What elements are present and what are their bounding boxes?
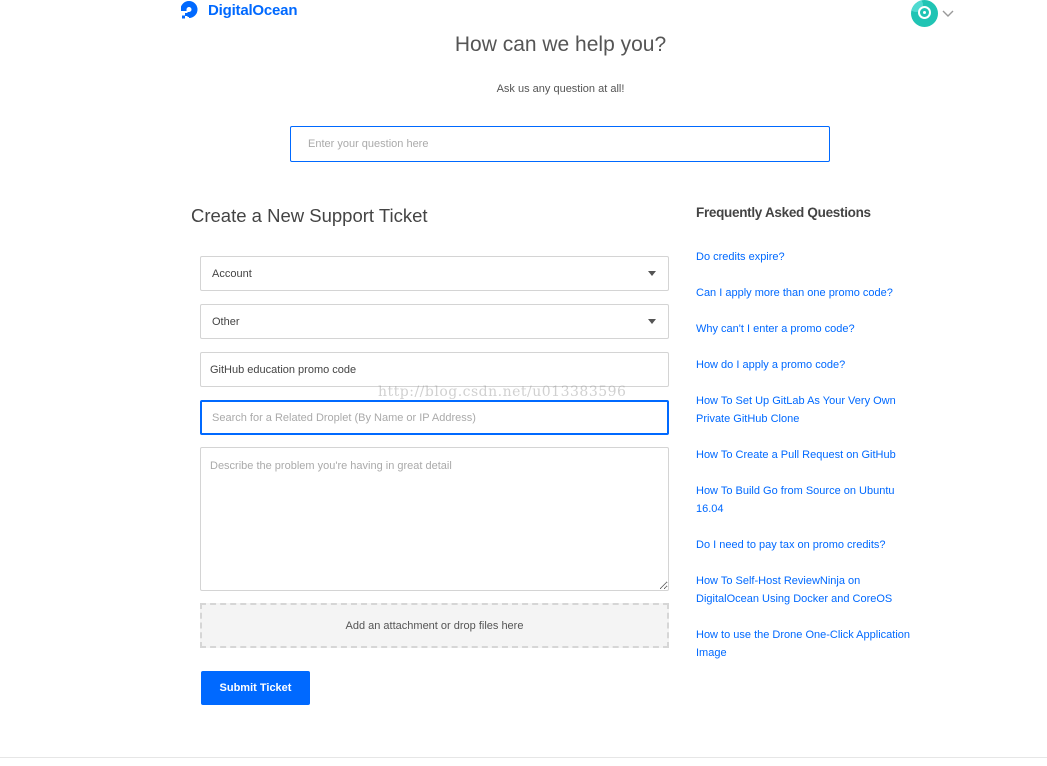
faq-link[interactable]: Do credits expire? (696, 248, 936, 266)
page-subtitle: Ask us any question at all! (496, 83, 625, 95)
attachment-label: Add an attachment or drop files here (345, 619, 524, 632)
faq-link[interactable]: Do I need to pay tax on promo credits? (696, 536, 936, 554)
category-select[interactable]: Account (200, 256, 669, 291)
submit-ticket-button[interactable]: Submit Ticket (201, 671, 310, 705)
logo-text: DigitalOcean (208, 1, 298, 19)
subcategory-value: Other (212, 315, 240, 328)
description-textarea[interactable] (200, 447, 669, 591)
digitalocean-logo[interactable]: DigitalOcean (181, 0, 297, 20)
avatar[interactable] (911, 0, 938, 27)
account-menu[interactable] (911, 0, 954, 27)
droplet-search-input[interactable] (200, 400, 669, 435)
category-value: Account (212, 267, 252, 280)
caret-down-icon (648, 271, 656, 276)
ticket-form-title: Create a New Support Ticket (191, 205, 428, 226)
subcategory-select[interactable]: Other (200, 304, 669, 339)
subject-input[interactable] (200, 352, 669, 387)
faq-link[interactable]: How To Set Up GitLab As Your Very Own Pr… (696, 392, 921, 428)
faq-link[interactable]: Can I apply more than one promo code? (696, 284, 936, 302)
faq-link[interactable]: How To Build Go from Source on Ubuntu 16… (696, 482, 921, 518)
faq-link[interactable]: How to use the Drone One-Click Applicati… (696, 626, 936, 662)
faq-link[interactable]: How do I apply a promo code? (696, 356, 936, 374)
search-input[interactable] (290, 126, 830, 162)
logo-icon (181, 0, 201, 20)
caret-down-icon (648, 319, 656, 324)
faq-link[interactable]: Why can't I enter a promo code? (696, 320, 936, 338)
faq-link[interactable]: How To Self-Host ReviewNinja on DigitalO… (696, 572, 921, 608)
faq-title: Frequently Asked Questions (696, 205, 871, 220)
page-title: How can we help you? (454, 33, 667, 56)
chevron-down-icon[interactable] (942, 5, 954, 23)
faq-link[interactable]: How To Create a Pull Request on GitHub (696, 446, 936, 464)
attachment-dropzone[interactable]: Add an attachment or drop files here (200, 603, 669, 648)
watermark: http://blog.csdn.net/u013383596 (378, 384, 627, 400)
footer-divider (0, 757, 1047, 758)
